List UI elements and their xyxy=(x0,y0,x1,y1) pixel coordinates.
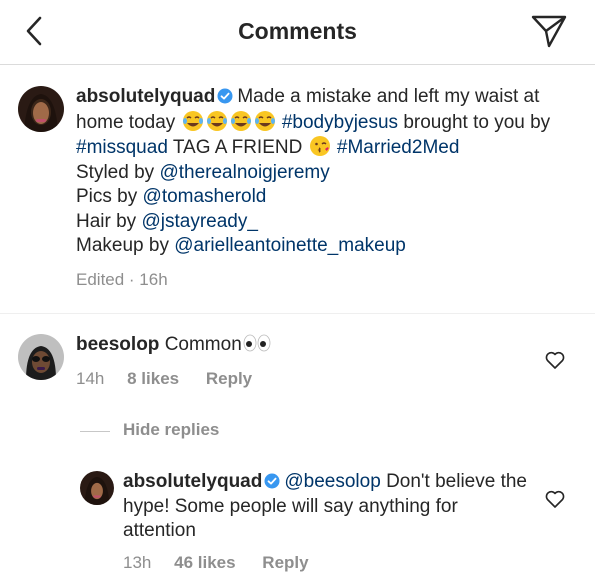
hashtag-link[interactable]: #Married2Med xyxy=(337,137,460,158)
reply-time: 13h xyxy=(123,553,152,572)
mention-link[interactable]: @tomasherold xyxy=(143,186,267,207)
reply-button[interactable]: Reply xyxy=(206,369,252,388)
likes-count[interactable]: 8 likes xyxy=(127,369,179,388)
comment: beesolop Common xyxy=(76,332,272,358)
caption-text: Makeup by xyxy=(76,235,169,256)
hide-replies-button[interactable]: Hide replies xyxy=(123,420,219,440)
post-caption: absolutelyquad Made a mistake and left my… xyxy=(76,85,581,259)
kissing-face-emoji-icon xyxy=(309,135,331,157)
divider xyxy=(0,313,595,314)
mention-link[interactable]: @beesolop xyxy=(284,471,380,492)
send-icon[interactable] xyxy=(529,12,569,50)
caption-text: TAG A FRIEND xyxy=(172,137,303,158)
verified-badge-icon xyxy=(217,87,233,104)
heart-icon[interactable] xyxy=(544,488,566,510)
laugh-emoji-group xyxy=(181,110,277,133)
comment-meta: 14h 8 likes Reply xyxy=(76,369,252,389)
mention-link[interactable]: @arielleantoinette_makeup xyxy=(174,235,406,256)
hashtag-link[interactable]: #missquad xyxy=(76,137,168,158)
tears-of-joy-emoji-icon xyxy=(254,110,276,132)
comment-username[interactable]: beesolop xyxy=(76,334,159,355)
mention-link[interactable]: @jstayready_ xyxy=(141,211,257,232)
likes-count[interactable]: 46 likes xyxy=(174,553,235,572)
caption-text: brought to you by xyxy=(403,111,551,133)
mention-link[interactable]: @therealnoigjeremy xyxy=(159,162,329,183)
caption-username[interactable]: absolutelyquad xyxy=(76,86,215,107)
reply-comment: absolutelyquad @beesolop Don't believe th… xyxy=(123,470,533,544)
heart-icon[interactable] xyxy=(544,349,566,371)
divider xyxy=(80,431,110,432)
comment-time: 14h xyxy=(76,369,105,388)
avatar[interactable] xyxy=(18,86,64,132)
comments-header: Comments xyxy=(0,0,595,65)
avatar[interactable] xyxy=(18,334,64,380)
verified-badge-icon xyxy=(264,472,280,489)
tears-of-joy-emoji-icon xyxy=(230,110,252,132)
caption-meta: Edited · 16h xyxy=(76,270,168,289)
hashtag-link[interactable]: #bodybyjesus xyxy=(282,112,398,133)
avatar[interactable] xyxy=(80,471,114,505)
eyes-emoji-icon xyxy=(243,332,271,354)
reply-meta: 13h 46 likes Reply xyxy=(123,553,309,573)
comment-text: Common xyxy=(164,334,242,355)
reply-button[interactable]: Reply xyxy=(262,553,308,572)
tears-of-joy-emoji-icon xyxy=(182,110,204,132)
reply-username[interactable]: absolutelyquad xyxy=(123,471,262,492)
page-title: Comments xyxy=(238,18,357,44)
caption-text: Pics by xyxy=(76,186,138,207)
caption-text: Hair by xyxy=(76,210,137,232)
caption-text: Styled by xyxy=(76,161,155,183)
tears-of-joy-emoji-icon xyxy=(206,110,228,132)
